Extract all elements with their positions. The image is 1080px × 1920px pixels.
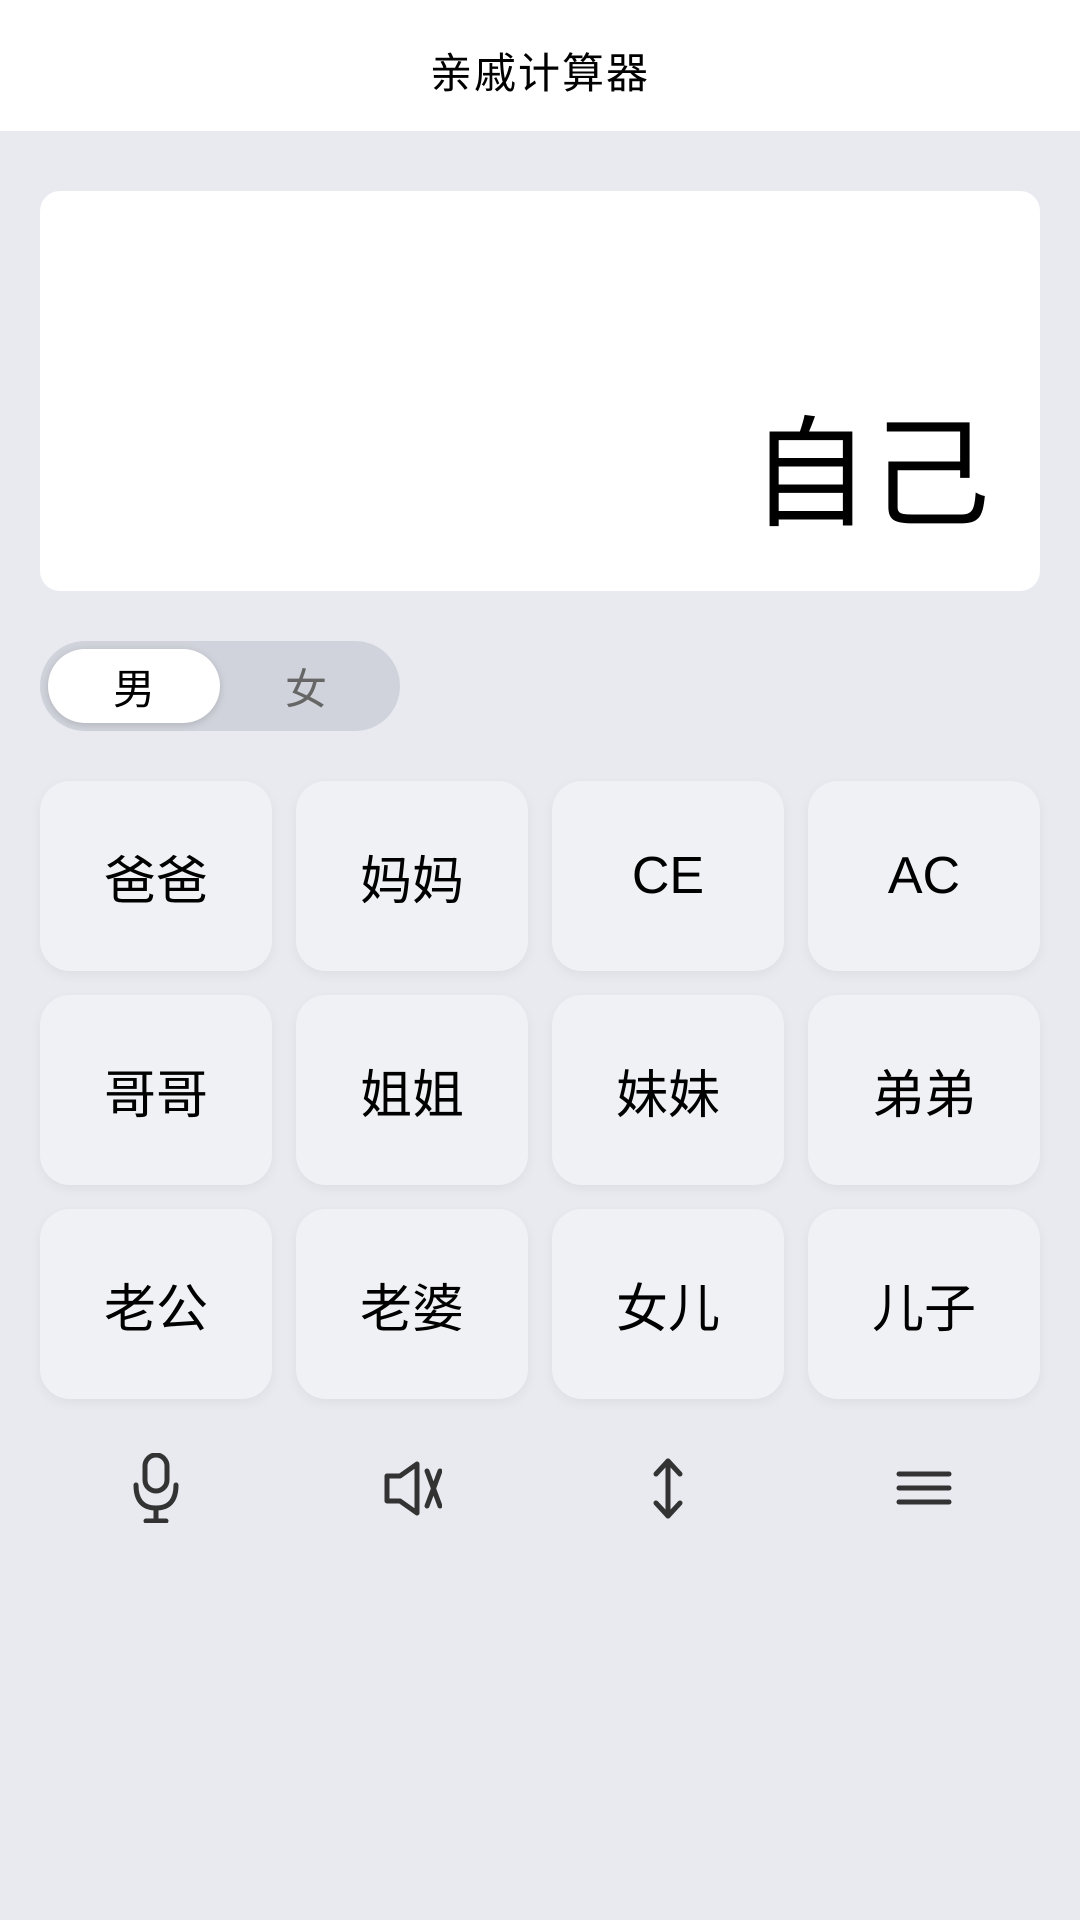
display-area: 自己 <box>40 191 1040 591</box>
mute-icon <box>382 1461 442 1516</box>
app-title: 亲戚计算器 <box>430 50 650 97</box>
menu-button[interactable] <box>808 1423 1040 1553</box>
gender-female-button[interactable]: 女 <box>220 649 392 723</box>
menu-icon <box>894 1466 954 1511</box>
swap-icon <box>646 1456 690 1521</box>
key-laopo[interactable]: 老婆 <box>296 1209 528 1399</box>
key-baba[interactable]: 爸爸 <box>40 781 272 971</box>
key-didi[interactable]: 弟弟 <box>808 995 1040 1185</box>
key-ac[interactable]: AC <box>808 781 1040 971</box>
swap-button[interactable] <box>552 1423 784 1553</box>
main-content: 自己 男 女 爸爸 妈妈 CE AC 哥哥 姐姐 妹妹 <box>0 131 1080 1583</box>
mute-button[interactable] <box>296 1423 528 1553</box>
key-laogong[interactable]: 老公 <box>40 1209 272 1399</box>
header: 亲戚计算器 <box>0 0 1080 131</box>
key-nver[interactable]: 女儿 <box>552 1209 784 1399</box>
bottom-bar <box>40 1423 1040 1553</box>
key-gege[interactable]: 哥哥 <box>40 995 272 1185</box>
gender-male-button[interactable]: 男 <box>48 649 220 723</box>
mic-icon <box>131 1453 181 1523</box>
key-mama[interactable]: 妈妈 <box>296 781 528 971</box>
key-erzi[interactable]: 儿子 <box>808 1209 1040 1399</box>
mic-button[interactable] <box>40 1423 272 1553</box>
key-meimei[interactable]: 妹妹 <box>552 995 784 1185</box>
keypad: 爸爸 妈妈 CE AC 哥哥 姐姐 妹妹 弟弟 老公 老婆 <box>40 781 1040 1399</box>
key-ce[interactable]: CE <box>552 781 784 971</box>
display-text: 自己 <box>750 377 990 551</box>
gender-toggle: 男 女 <box>40 641 400 731</box>
key-jiejie[interactable]: 姐姐 <box>296 995 528 1185</box>
